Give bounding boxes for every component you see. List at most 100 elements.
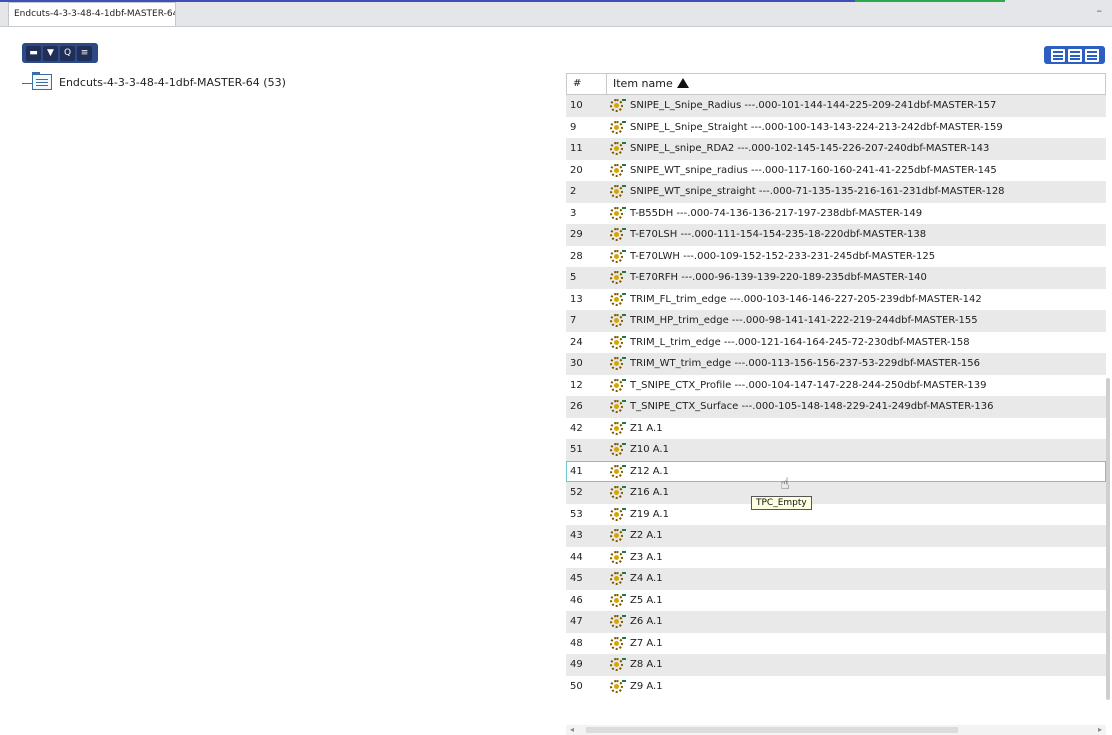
table-row[interactable]: 29 T-E70LSH ---.000-111-154-154-235-18-22… xyxy=(566,224,1106,246)
table-row[interactable]: 41 Z12 A.1 xyxy=(566,460,1106,482)
row-number: 51 xyxy=(570,444,583,456)
tree-connector xyxy=(22,83,32,84)
row-item-name: Z16 A.1 xyxy=(630,487,669,499)
row-item-name-cell: Z6 A.1 xyxy=(606,615,1106,629)
details-view-icon[interactable] xyxy=(1067,48,1082,62)
table-row[interactable]: 24 TRIM_L_trim_edge ---.000-121-164-164-2… xyxy=(566,332,1106,354)
row-item-name: Z5 A.1 xyxy=(630,594,663,606)
row-number: 46 xyxy=(570,594,583,606)
table-row[interactable]: 43 Z2 A.1 xyxy=(566,525,1106,547)
gear-icon xyxy=(610,615,626,629)
table-row[interactable]: 50 Z9 A.1 xyxy=(566,676,1106,698)
row-number: 2 xyxy=(570,186,577,198)
row-number: 53 xyxy=(570,508,583,520)
row-number: 44 xyxy=(570,551,583,563)
row-item-name-cell: Z9 A.1 xyxy=(606,679,1106,693)
scroll-right-icon[interactable]: ▸ xyxy=(1098,725,1102,734)
row-item-name: T-B55DH ---.000-74-136-136-217-197-238db… xyxy=(630,207,923,219)
table-row[interactable]: 45 Z4 A.1 xyxy=(566,568,1106,590)
table-row[interactable]: 5 T-E70RFH ---.000-96-139-139-220-189-235… xyxy=(566,267,1106,289)
row-number: 45 xyxy=(570,573,583,585)
table-row[interactable]: 30 TRIM_WT_trim_edge ---.000-113-156-156-… xyxy=(566,353,1106,375)
vertical-scrollbar[interactable] xyxy=(1106,378,1110,700)
gear-icon xyxy=(610,120,626,134)
row-item-name-cell: Z2 A.1 xyxy=(606,529,1106,543)
table-row[interactable]: 12 T_SNIPE_CTX_Profile ---.000-104-147-14… xyxy=(566,375,1106,397)
table-view-icon[interactable] xyxy=(1084,48,1099,62)
gear-icon xyxy=(610,486,626,500)
gear-icon xyxy=(610,185,626,199)
table-row[interactable]: 49 Z8 A.1 xyxy=(566,654,1106,676)
row-item-name: Z19 A.1 xyxy=(630,508,669,520)
row-item-name: SNIPE_WT_snipe_straight ---.000-71-135-1… xyxy=(630,186,1005,198)
table-row[interactable]: 13 TRIM_FL_trim_edge ---.000-103-146-146-… xyxy=(566,289,1106,311)
gear-icon xyxy=(610,378,626,392)
gear-icon xyxy=(610,464,626,478)
table-row[interactable]: 9 SNIPE_L_Snipe_Straight ---.000-100-143-… xyxy=(566,117,1106,139)
table-header: # Item name xyxy=(566,73,1106,95)
row-item-name-cell: TRIM_WT_trim_edge ---.000-113-156-156-23… xyxy=(606,357,1106,371)
tree-root-node[interactable]: Endcuts-4-3-3-48-4-1dbf-MASTER-64 (53) xyxy=(32,72,286,92)
search-icon[interactable]: Q xyxy=(60,45,75,61)
gear-icon xyxy=(610,314,626,328)
minimize-button[interactable]: – xyxy=(1097,4,1103,17)
table-row[interactable]: 53 Z19 A.1 xyxy=(566,504,1106,526)
folder-icon[interactable]: ▬ xyxy=(26,45,41,61)
row-number: 12 xyxy=(570,379,583,391)
table-row[interactable]: 26 T_SNIPE_CTX_Surface ---.000-105-148-14… xyxy=(566,396,1106,418)
table-row[interactable]: 20 SNIPE_WT_snipe_radius ---.000-117-160-… xyxy=(566,160,1106,182)
row-item-name-cell: SNIPE_WT_snipe_radius ---.000-117-160-16… xyxy=(606,163,1106,177)
tab-strip-accent-green xyxy=(855,0,1005,2)
row-item-name: SNIPE_L_Snipe_Straight ---.000-100-143-1… xyxy=(630,121,1003,133)
table-row[interactable]: 28 T-E70LWH ---.000-109-152-152-233-231-2… xyxy=(566,246,1106,268)
row-number: 50 xyxy=(570,680,583,692)
gear-icon xyxy=(610,271,626,285)
table-row[interactable]: 11 SNIPE_L_snipe_RDA2 ---.000-102-145-145… xyxy=(566,138,1106,160)
table-row[interactable]: 42 Z1 A.1 xyxy=(566,418,1106,440)
row-number: 52 xyxy=(570,487,583,499)
table-row[interactable]: 7 TRIM_HP_trim_edge ---.000-98-141-141-22… xyxy=(566,310,1106,332)
row-item-name-cell: Z5 A.1 xyxy=(606,593,1106,607)
table-row[interactable]: 46 Z5 A.1 xyxy=(566,590,1106,612)
tab-endcuts[interactable]: Endcuts-4-3-3-48-4-1dbf-MASTER-64 xyxy=(8,2,176,26)
tree-root-label: Endcuts-4-3-3-48-4-1dbf-MASTER-64 (53) xyxy=(59,75,286,89)
row-item-name-cell: SNIPE_L_Snipe_Straight ---.000-100-143-1… xyxy=(606,120,1106,134)
row-item-name-cell: TRIM_L_trim_edge ---.000-121-164-164-245… xyxy=(606,335,1106,349)
large-icons-view-icon[interactable] xyxy=(1050,48,1065,62)
scroll-left-icon[interactable]: ◂ xyxy=(570,725,574,734)
row-item-name-cell: Z7 A.1 xyxy=(606,636,1106,650)
row-item-name-cell: TRIM_FL_trim_edge ---.000-103-146-146-22… xyxy=(606,292,1106,306)
row-number: 48 xyxy=(570,637,583,649)
horizontal-scrollbar[interactable]: ◂ ▸ xyxy=(566,725,1106,735)
table-row[interactable]: 52 Z16 A.1 xyxy=(566,482,1106,504)
row-item-name: TRIM_WT_trim_edge ---.000-113-156-156-23… xyxy=(630,358,981,370)
filter-icon[interactable]: ▼ xyxy=(43,45,58,61)
row-number: 43 xyxy=(570,530,583,542)
row-number: 26 xyxy=(570,401,583,413)
row-item-name-cell: T-E70LSH ---.000-111-154-154-235-18-220d… xyxy=(606,228,1106,242)
column-header-item-name[interactable]: Item name xyxy=(607,74,1105,94)
table-row[interactable]: 48 Z7 A.1 xyxy=(566,633,1106,655)
horizontal-scroll-thumb[interactable] xyxy=(586,727,958,733)
table-row[interactable]: 51 Z10 A.1 xyxy=(566,439,1106,461)
row-item-name: Z4 A.1 xyxy=(630,573,663,585)
table-row[interactable]: 10 SNIPE_L_Snipe_Radius ---.000-101-144-1… xyxy=(566,95,1106,117)
list-icon[interactable]: ≡ xyxy=(77,45,92,61)
gear-icon xyxy=(610,228,626,242)
gear-icon xyxy=(610,507,626,521)
gear-icon xyxy=(610,335,626,349)
table-row[interactable]: 44 Z3 A.1 xyxy=(566,547,1106,569)
tab-strip: Endcuts-4-3-3-48-4-1dbf-MASTER-64 – xyxy=(0,0,1112,27)
row-item-name: Z2 A.1 xyxy=(630,530,663,542)
row-number: 30 xyxy=(570,358,583,370)
row-item-name-cell: T-E70RFH ---.000-96-139-139-220-189-235d… xyxy=(606,271,1106,285)
table-row[interactable]: 2 SNIPE_WT_snipe_straight ---.000-71-135-… xyxy=(566,181,1106,203)
row-number: 13 xyxy=(570,293,583,305)
column-header-item-name-label: Item name xyxy=(613,77,673,90)
column-header-number[interactable]: # xyxy=(567,74,607,94)
table-row[interactable]: 47 Z6 A.1 xyxy=(566,611,1106,633)
items-table: # Item name 10 SNIPE_L_Snipe_Radius ---.0… xyxy=(566,73,1106,697)
row-item-name: SNIPE_WT_snipe_radius ---.000-117-160-16… xyxy=(630,164,997,176)
row-item-name: Z9 A.1 xyxy=(630,680,663,692)
table-row[interactable]: 3 T-B55DH ---.000-74-136-136-217-197-238d… xyxy=(566,203,1106,225)
